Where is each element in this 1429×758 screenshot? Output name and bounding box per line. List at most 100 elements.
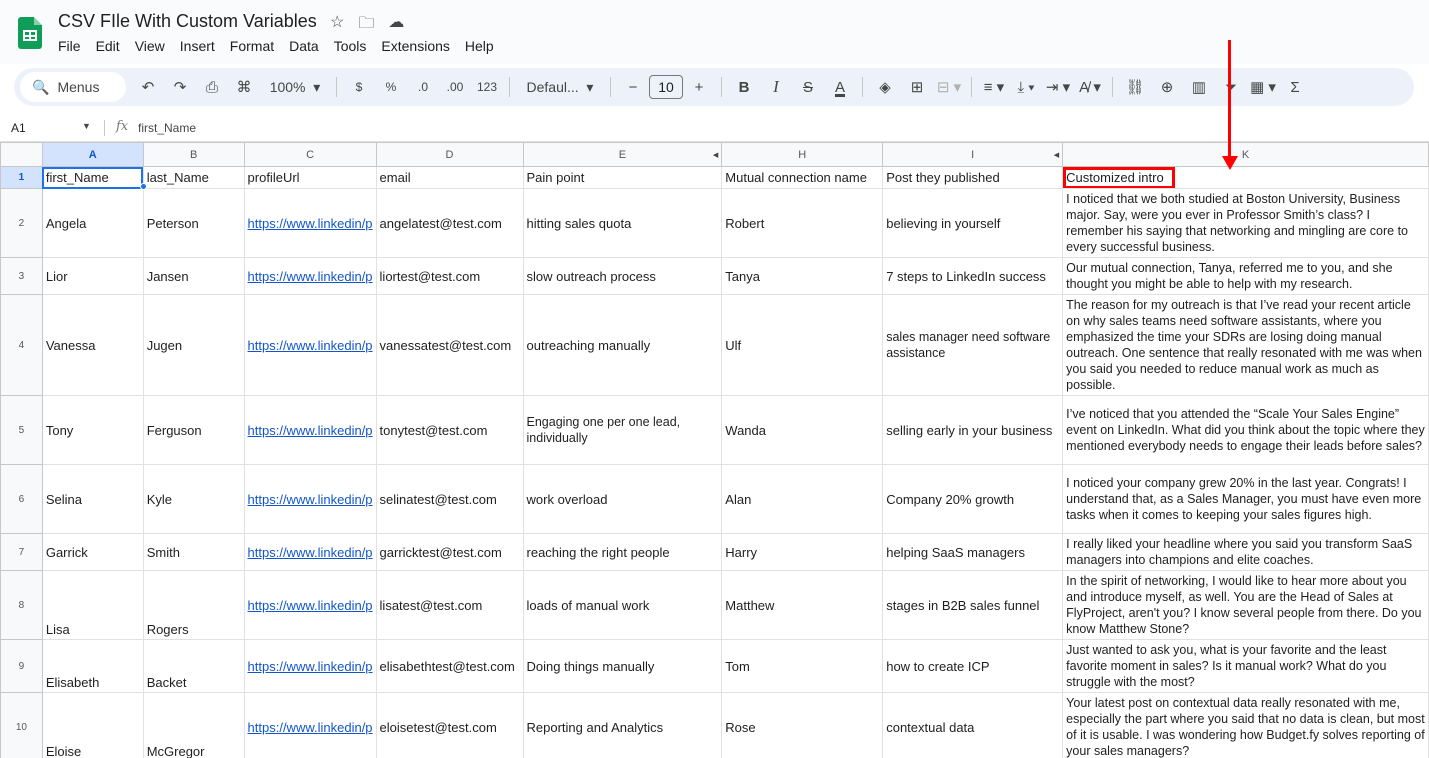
cell[interactable]: Peterson — [142, 188, 245, 258]
cell[interactable]: Angela — [41, 188, 144, 258]
cell[interactable]: lisatest@test.com — [375, 570, 524, 640]
cell[interactable]: elisabethtest@test.com — [375, 639, 524, 693]
cell[interactable]: Pain point — [522, 166, 723, 189]
cell[interactable]: helping SaaS managers — [882, 533, 1064, 571]
cell[interactable]: Selina — [41, 464, 144, 534]
row-header[interactable]: 9 — [0, 639, 43, 693]
cell[interactable]: outreaching manually — [522, 294, 723, 396]
percent-format-button[interactable]: % — [377, 73, 405, 101]
cell[interactable]: first_Name — [41, 166, 144, 189]
formula-input[interactable]: first_Name — [138, 121, 196, 135]
cell[interactable]: Smith — [142, 533, 245, 571]
cell[interactable]: Robert — [721, 188, 884, 258]
cell[interactable]: Kyle — [142, 464, 245, 534]
text-rotation-icon[interactable]: A̸ ▾ — [1076, 73, 1104, 101]
sheets-logo-icon[interactable] — [18, 17, 42, 49]
cell[interactable]: Jansen — [142, 257, 245, 295]
strikethrough-icon[interactable]: S — [794, 73, 822, 101]
cell[interactable]: Ulf — [721, 294, 884, 396]
cell[interactable]: tonytest@test.com — [375, 395, 524, 465]
font-size-decrease-icon[interactable]: − — [619, 73, 647, 101]
document-title[interactable]: CSV FIle With Custom Variables — [58, 11, 317, 32]
filter-icon[interactable]: ⏷ — [1217, 73, 1245, 101]
move-folder-icon[interactable]: 🗀 — [358, 12, 374, 39]
menu-view[interactable]: View — [135, 38, 165, 54]
cell[interactable]: The reason for my outreach is that I’ve … — [1062, 294, 1429, 396]
zoom-select[interactable]: 100% ▾ — [262, 73, 328, 101]
cell[interactable]: Wanda — [721, 395, 884, 465]
hidden-column-left-arrow-icon[interactable]: ◀ — [1054, 151, 1059, 159]
cell[interactable]: I noticed that we both studied at Boston… — [1062, 188, 1429, 258]
menu-extensions[interactable]: Extensions — [381, 38, 449, 54]
horizontal-align-icon[interactable]: ≡ ▾ — [980, 73, 1008, 101]
column-header-b[interactable]: B — [142, 142, 245, 167]
redo-icon[interactable]: ↷ — [166, 73, 194, 101]
vertical-align-icon[interactable]: ⤓ ▾ — [1012, 73, 1040, 101]
cell[interactable]: Alan — [721, 464, 884, 534]
cell[interactable]: Just wanted to ask you, what is your fav… — [1062, 639, 1429, 693]
more-formats-button[interactable]: 123 — [473, 73, 501, 101]
cell[interactable]: Backet — [142, 639, 245, 693]
cell[interactable]: selling early in your business — [882, 395, 1064, 465]
cell[interactable]: Engaging one per one lead, individually — [522, 395, 723, 465]
hidden-columns-left-arrow-icon[interactable]: ◀ — [713, 151, 718, 159]
row-header[interactable]: 5 — [0, 395, 43, 465]
cell[interactable]: garricktest@test.com — [375, 533, 524, 571]
cell[interactable]: Our mutual connection, Tanya, referred m… — [1062, 257, 1429, 295]
filter-views-icon[interactable]: ▦ ▾ — [1249, 73, 1277, 101]
cell[interactable]: eloisetest@test.com — [375, 692, 524, 758]
cell[interactable]: last_Name — [142, 166, 245, 189]
row-header[interactable]: 2 — [0, 188, 43, 258]
cell[interactable]: I noticed your company grew 20% in the l… — [1062, 464, 1429, 534]
cell[interactable]: Your latest post on contextual data real… — [1062, 692, 1429, 758]
cell[interactable]: Jugen — [142, 294, 245, 396]
cell[interactable]: I really liked your headline where you s… — [1062, 533, 1429, 571]
menu-insert[interactable]: Insert — [180, 38, 215, 54]
cell[interactable]: work overload — [522, 464, 723, 534]
menu-tools[interactable]: Tools — [334, 38, 367, 54]
cell-link[interactable]: https://www.linkedin/p — [243, 257, 377, 295]
cell[interactable]: stages in B2B sales funnel — [882, 570, 1064, 640]
fill-color-icon[interactable]: ◈ — [871, 73, 899, 101]
cell[interactable]: Matthew — [721, 570, 884, 640]
font-size-increase-icon[interactable]: + — [685, 73, 713, 101]
cell[interactable]: hitting sales quota — [522, 188, 723, 258]
cell[interactable]: Elisabeth — [41, 639, 144, 693]
cell[interactable]: Tanya — [721, 257, 884, 295]
menu-format[interactable]: Format — [230, 38, 274, 54]
functions-icon[interactable]: Σ — [1281, 73, 1309, 101]
cell[interactable]: Doing things manually — [522, 639, 723, 693]
cell[interactable]: Garrick — [41, 533, 144, 571]
cell[interactable]: slow outreach process — [522, 257, 723, 295]
menu-file[interactable]: File — [58, 38, 81, 54]
insert-chart-icon[interactable]: ▥ — [1185, 73, 1213, 101]
cell[interactable]: reaching the right people — [522, 533, 723, 571]
name-box[interactable]: A1 — [11, 121, 26, 135]
text-wrapping-icon[interactable]: ⇥ ▾ — [1044, 73, 1072, 101]
print-icon[interactable]: ⎙ — [198, 73, 226, 101]
cell[interactable]: Tony — [41, 395, 144, 465]
cell[interactable]: Harry — [721, 533, 884, 571]
insert-link-icon[interactable]: ⛓ — [1121, 73, 1149, 101]
menu-data[interactable]: Data — [289, 38, 319, 54]
cell-link[interactable]: https://www.linkedin/p — [243, 188, 377, 258]
cell[interactable]: liortest@test.com — [375, 257, 524, 295]
chevron-down-icon[interactable]: ▼ — [82, 121, 91, 131]
paint-format-icon[interactable]: ⌘ — [230, 73, 258, 101]
cell[interactable]: loads of manual work — [522, 570, 723, 640]
bold-button[interactable]: B — [730, 73, 758, 101]
column-header-c[interactable]: C — [243, 142, 377, 167]
cell-link[interactable]: https://www.linkedin/p — [243, 464, 377, 534]
fill-handle[interactable] — [140, 183, 147, 190]
increase-decimal-button[interactable]: .00 — [441, 73, 469, 101]
row-header[interactable]: 6 — [0, 464, 43, 534]
cell[interactable]: believing in yourself — [882, 188, 1064, 258]
row-header[interactable]: 4 — [0, 294, 43, 396]
cell[interactable]: In the spirit of networking, I would lik… — [1062, 570, 1429, 640]
cell-link[interactable]: https://www.linkedin/p — [243, 294, 377, 396]
cell[interactable]: Lior — [41, 257, 144, 295]
cell[interactable]: sales manager need software assistance — [882, 294, 1064, 396]
row-header[interactable]: 10 — [0, 692, 43, 758]
cell[interactable]: Mutual connection name — [721, 166, 884, 189]
merge-cells-icon[interactable]: ⊟ ▾ — [935, 73, 963, 101]
